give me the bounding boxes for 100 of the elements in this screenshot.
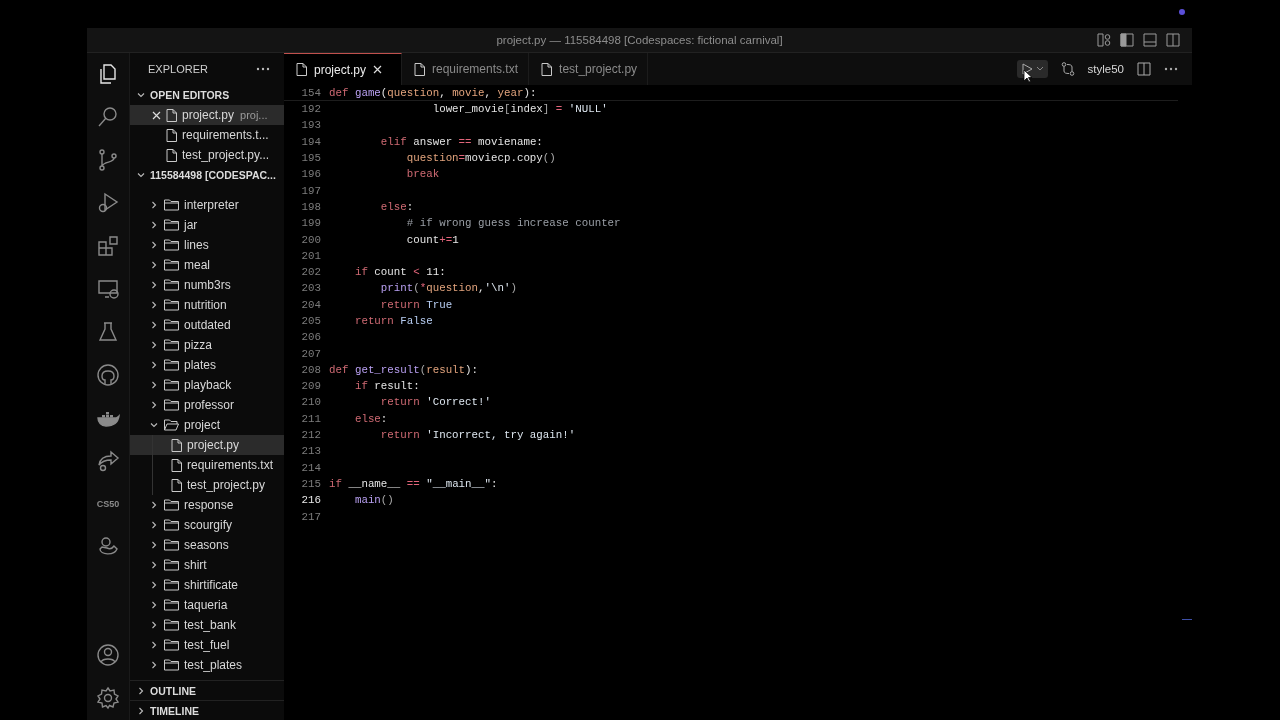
folder-item[interactable]: pizza: [130, 335, 284, 355]
chevron-icon: [136, 170, 146, 180]
folder-icon: [164, 399, 179, 411]
folder-icon: [164, 639, 179, 651]
extensions-icon[interactable]: [96, 234, 120, 258]
file-item[interactable]: test_project.py: [130, 475, 284, 495]
section-header[interactable]: 115584498 [CODESPAC...: [130, 165, 284, 185]
remote-icon[interactable]: [96, 277, 120, 301]
folder-item[interactable]: plates: [130, 355, 284, 375]
line-number: 201: [300, 249, 321, 262]
line-number: 212: [300, 429, 321, 442]
code-line: elif answer == moviename:: [379, 135, 543, 148]
folder-item[interactable]: seasons: [130, 535, 284, 555]
folder-item[interactable]: scourgify: [130, 515, 284, 535]
folder-item[interactable]: jar: [130, 215, 284, 235]
code-line: def get_result(result):: [329, 363, 479, 376]
style50-button[interactable]: style50: [1087, 63, 1124, 75]
folder-icon: [164, 259, 179, 271]
chevron-icon: [136, 685, 146, 696]
file-icon: [171, 438, 182, 452]
folder-icon: [164, 239, 179, 251]
search-icon[interactable]: [96, 105, 120, 129]
split-layout-icon[interactable]: [1166, 33, 1180, 47]
folder-item[interactable]: shirt: [130, 555, 284, 575]
testing-icon[interactable]: [96, 320, 120, 344]
code-line: return False: [353, 315, 433, 327]
folder-item[interactable]: project: [130, 415, 284, 435]
line-number: 207: [300, 347, 321, 360]
line-number: 193: [300, 119, 321, 132]
folder-item[interactable]: playback: [130, 375, 284, 395]
code-line: if result:: [353, 380, 420, 393]
account-icon[interactable]: [96, 643, 120, 667]
line-number: 154: [300, 86, 321, 99]
folder-icon: [164, 599, 179, 611]
layout-icon[interactable]: [1097, 33, 1111, 47]
folder-icon: [164, 619, 179, 631]
folder-icon: [164, 499, 179, 511]
line-number: 204: [300, 298, 321, 311]
panel-toggle-icon[interactable]: [1143, 33, 1157, 47]
code-line: return True: [379, 298, 453, 311]
line-number: 215: [300, 477, 321, 490]
file-item[interactable]: requirements.txt: [130, 455, 284, 475]
caret-icon[interactable]: [1035, 66, 1044, 72]
code-line: else:: [353, 412, 388, 425]
close-icon[interactable]: [152, 110, 161, 120]
code-line: # if wrong guess increase counter: [405, 217, 621, 230]
more-icon[interactable]: [256, 67, 270, 71]
folder-icon: [164, 339, 179, 351]
folder-item[interactable]: outdated: [130, 315, 284, 335]
editor-tab[interactable]: requirements.txt: [402, 53, 530, 85]
folder-item[interactable]: lines: [130, 235, 284, 255]
line-number: 202: [300, 266, 321, 279]
close-icon[interactable]: [373, 65, 383, 74]
activity-item[interactable]: CS50: [96, 492, 120, 516]
folder-item[interactable]: taqueria: [130, 595, 284, 615]
more-icon[interactable]: [1164, 67, 1178, 71]
file-icon: [414, 62, 425, 76]
open-editor-item[interactable]: project.py proj...: [130, 105, 284, 125]
folder-item[interactable]: professor: [130, 395, 284, 415]
scroll-indicator: [1182, 619, 1192, 620]
file-icon: [171, 458, 182, 472]
section-header[interactable]: OPEN EDITORS: [130, 85, 284, 105]
code-line: def game(question, movie, year):: [329, 86, 537, 99]
line-number: 217: [300, 510, 321, 523]
open-editor-item[interactable]: requirements.t...: [130, 125, 284, 145]
github-icon[interactable]: [96, 363, 120, 387]
folder-item[interactable]: numb3rs: [130, 275, 284, 295]
folder-item[interactable]: test_fuel: [130, 635, 284, 655]
file-icon: [171, 478, 182, 492]
editor-tab[interactable]: project.py: [284, 53, 402, 85]
folder-icon: [164, 579, 179, 591]
run-icon[interactable]: [1020, 63, 1033, 75]
folder-item[interactable]: interpreter: [130, 195, 284, 215]
share-icon[interactable]: [96, 449, 120, 473]
folder-item[interactable]: shirtificate: [130, 575, 284, 595]
settings-icon[interactable]: [96, 686, 120, 710]
folder-item[interactable]: nutrition: [130, 295, 284, 315]
file-icon: [166, 148, 177, 162]
source-control-icon[interactable]: [96, 148, 120, 172]
code-line: if __name__ == "__main__":: [329, 477, 498, 490]
open-editor-item[interactable]: test_project.py...: [130, 145, 284, 165]
file-item[interactable]: project.py: [130, 435, 284, 455]
line-number: 205: [300, 315, 321, 327]
code-line: lower_movie[index] = 'NULL': [431, 103, 608, 116]
compare-icon[interactable]: [1060, 62, 1075, 76]
sidebar-toggle-icon[interactable]: [1120, 33, 1134, 47]
line-number: 211: [300, 412, 321, 425]
editor-tab[interactable]: test_project.py: [529, 53, 649, 85]
file-icon: [541, 62, 553, 76]
folder-item[interactable]: response: [130, 495, 284, 515]
folder-icon: [164, 319, 179, 331]
window-title: project.py — 115584498 [Codespaces: fictional carnival]: [496, 34, 783, 46]
run-debug-icon[interactable]: [96, 191, 120, 215]
folder-item[interactable]: meal: [130, 255, 284, 275]
folder-item[interactable]: test_plates: [130, 655, 284, 675]
split-editor-icon[interactable]: [1137, 62, 1151, 76]
folder-item[interactable]: test_bank: [130, 615, 284, 635]
folder-icon: [164, 379, 179, 391]
file-icon: [296, 63, 307, 76]
folder-icon: [164, 559, 179, 571]
